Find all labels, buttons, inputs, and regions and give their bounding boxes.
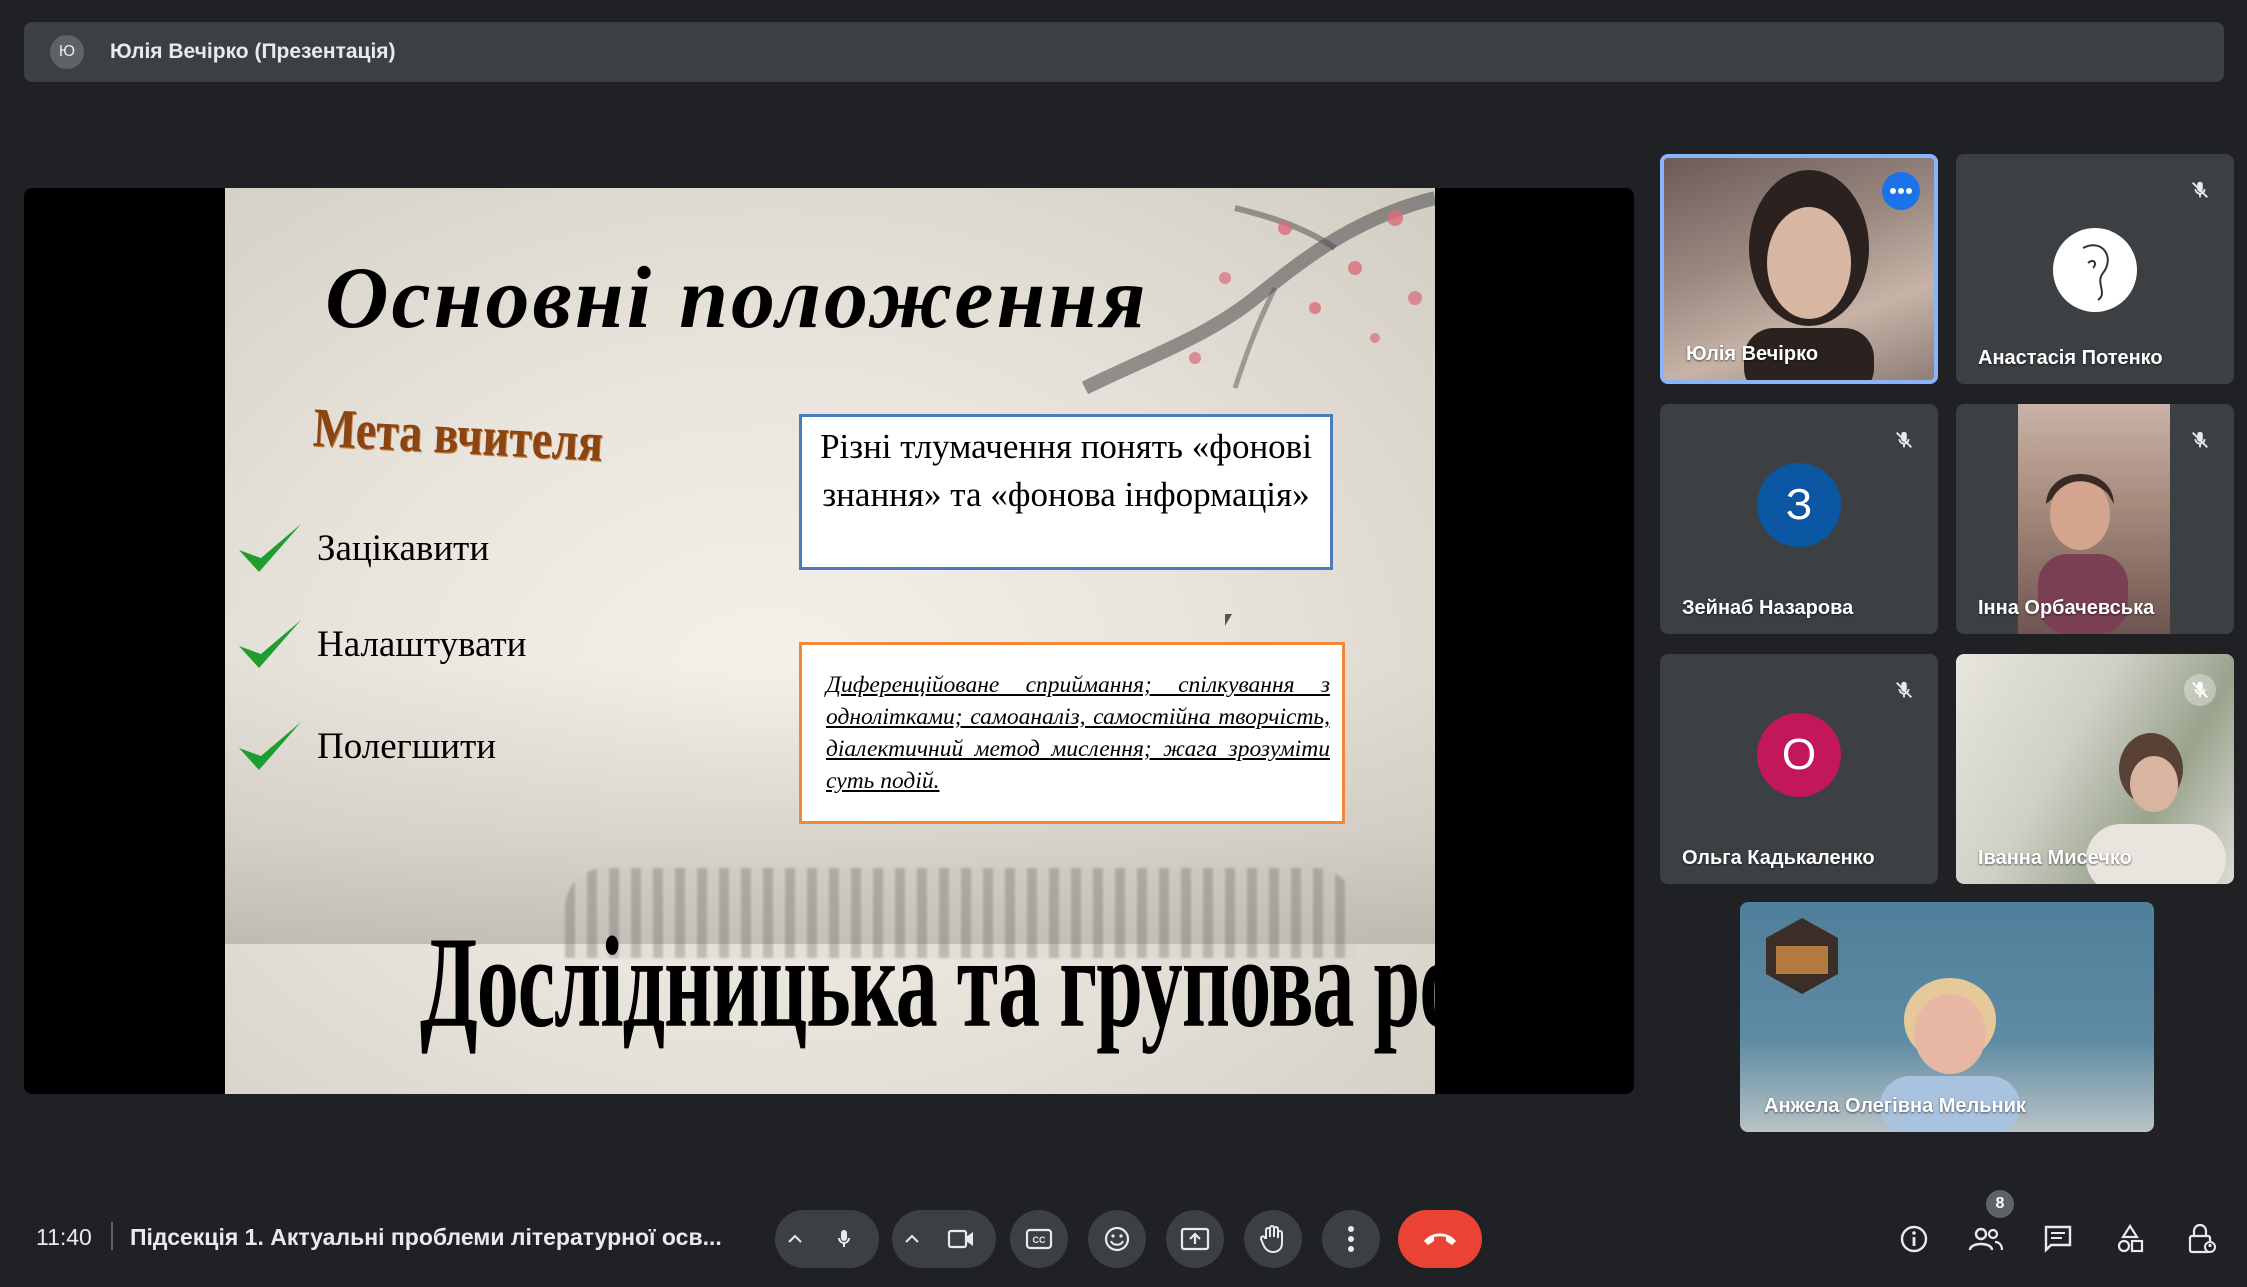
participant-tile-inna[interactable]: Інна Орбачевська <box>1956 404 2234 634</box>
more-options-button[interactable] <box>1882 172 1920 210</box>
captions-button[interactable]: CC <box>1010 1210 1068 1268</box>
slide-bottom-title: Дослідницька та групова робота <box>420 911 1435 1056</box>
goal-label: Налаштувати <box>317 623 527 665</box>
checkmark-icon <box>239 524 301 572</box>
participant-tile-yulia[interactable]: Юлія Вечірко <box>1660 154 1938 384</box>
participant-name: Анастасія Потенко <box>1978 347 2163 369</box>
participant-tile-ivanna[interactable]: Іванна Мисечко <box>1956 654 2234 884</box>
more-horiz-icon <box>1890 188 1912 194</box>
participant-name: Ольга Кадькаленко <box>1682 847 1875 869</box>
mic-off-icon <box>1888 674 1920 706</box>
meeting-details-button[interactable] <box>1887 1212 1941 1266</box>
definitions-box: Різні тлумачення понять «фонові знання» … <box>799 414 1333 570</box>
host-controls-button[interactable] <box>2175 1212 2229 1266</box>
participant-tile-zeinab[interactable]: З Зейнаб Назарова <box>1660 404 1938 634</box>
meeting-title: Підсекція 1. Актуальні проблеми літерату… <box>130 1224 722 1250</box>
checkmark-icon <box>239 722 301 770</box>
mic-options-chevron-up-icon[interactable] <box>775 1234 815 1244</box>
presentation-stage: Основні положення Мета вчителя Зацікавит… <box>24 188 1634 1094</box>
goal-item: Полегшити <box>235 716 496 776</box>
people-button[interactable] <box>1959 1212 2013 1266</box>
raise-hand-button[interactable] <box>1244 1210 1302 1268</box>
emoji-icon <box>1104 1226 1130 1252</box>
skills-box: Диференційоване сприймання; спілкування … <box>799 642 1345 824</box>
goal-label: Зацікавити <box>317 527 490 569</box>
activities-button[interactable] <box>2103 1212 2157 1266</box>
participant-tile-anastasia[interactable]: Анастасія Потенко <box>1956 154 2234 384</box>
microphone-control[interactable] <box>775 1210 879 1268</box>
participant-tile-olha[interactable]: О Ольга Кадькаленко <box>1660 654 1938 884</box>
participant-name: Іванна Мисечко <box>1978 847 2132 869</box>
presenter-title: Юлія Вечірко (Презентація) <box>110 40 396 63</box>
goal-item: Зацікавити <box>235 518 489 578</box>
participant-name: Анжела Олегівна Мельник <box>1764 1095 2026 1117</box>
leave-call-button[interactable] <box>1398 1210 1482 1268</box>
participant-name: Інна Орбачевська <box>1978 597 2155 619</box>
more-options-button[interactable] <box>1322 1210 1380 1268</box>
svg-text:CC: CC <box>1033 1235 1046 1245</box>
participant-tile-anzhela[interactable]: Анжела Олегівна Мельник <box>1740 902 2154 1132</box>
mic-off-icon <box>2184 174 2216 206</box>
camera-icon[interactable] <box>932 1210 990 1268</box>
participant-name: Юлія Вечірко <box>1686 343 1819 365</box>
participant-name: Зейнаб Назарова <box>1682 597 1854 619</box>
mic-icon[interactable] <box>815 1210 873 1268</box>
camera-options-chevron-up-icon[interactable] <box>892 1234 932 1244</box>
people-icon <box>1968 1227 2004 1251</box>
presenter-avatar: Ю <box>50 35 84 69</box>
info-icon <box>1900 1225 1928 1253</box>
goal-label: Полегшити <box>317 725 497 767</box>
closed-captions-icon: CC <box>1025 1228 1053 1250</box>
activities-shapes-icon <box>2117 1224 2144 1253</box>
presenter-banner: Ю Юлія Вечірко (Презентація) <box>24 22 2224 82</box>
clock: 11:40 <box>36 1224 92 1250</box>
present-now-button[interactable] <box>1166 1210 1224 1268</box>
more-vert-icon <box>1348 1226 1354 1252</box>
mic-off-icon <box>1888 424 1920 456</box>
participant-letter-avatar: З <box>1757 463 1841 547</box>
lock-person-icon <box>2188 1223 2216 1254</box>
slide-title: Основні положення <box>325 250 1149 347</box>
goal-item: Налаштувати <box>235 614 526 674</box>
present-screen-icon <box>1180 1227 1210 1251</box>
presentation-slide: Основні положення Мета вчителя Зацікавит… <box>225 188 1435 1094</box>
checkmark-icon <box>239 620 301 668</box>
chat-icon <box>2044 1225 2072 1253</box>
chat-button[interactable] <box>2031 1212 2085 1266</box>
goal-heading: Мета вчителя <box>311 396 605 473</box>
participant-letter-avatar: О <box>1757 713 1841 797</box>
call-end-icon <box>1424 1233 1456 1245</box>
mic-off-icon <box>2184 674 2216 706</box>
hand-icon <box>1260 1225 1283 1254</box>
reactions-button[interactable] <box>1088 1210 1146 1268</box>
mouse-cursor-icon <box>1225 614 1232 626</box>
camera-control[interactable] <box>892 1210 996 1268</box>
divider <box>111 1222 113 1250</box>
wall-art-decoration <box>1766 918 1838 994</box>
mic-off-icon <box>2184 424 2216 456</box>
participant-avatar <box>2053 228 2137 312</box>
